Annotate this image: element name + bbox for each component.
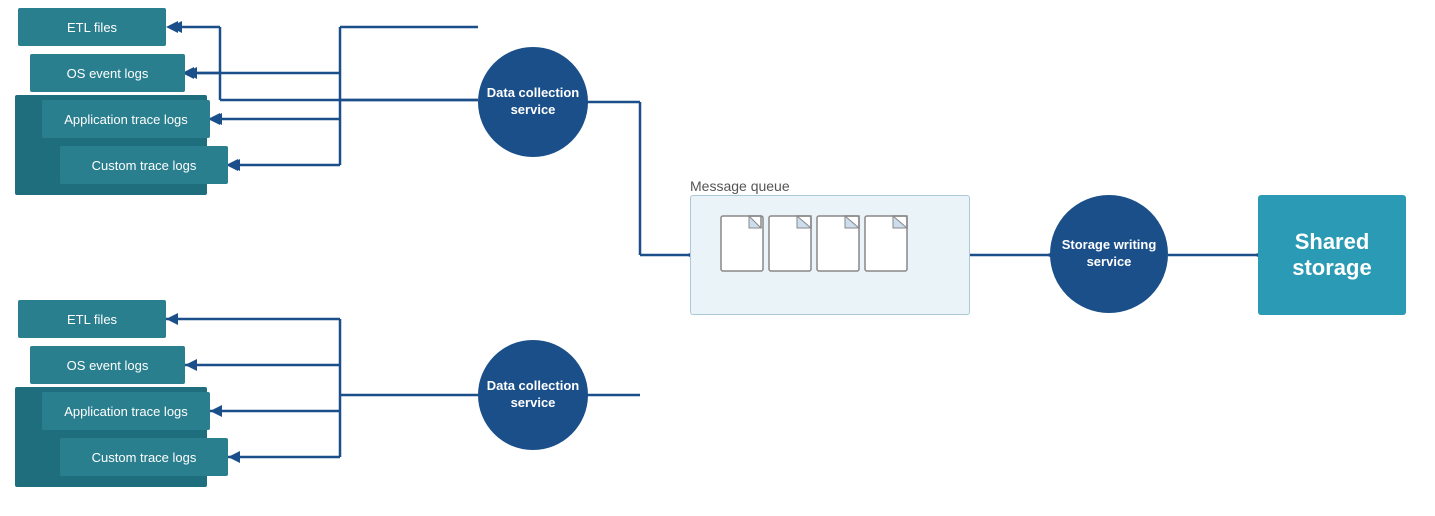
data-collection-service-bot: Data collection service bbox=[478, 340, 588, 450]
architecture-diagram: ETL files OS event logs Application trac… bbox=[0, 0, 1435, 516]
etl-files-top-box: ETL files bbox=[18, 8, 166, 46]
os-event-logs-top-box: OS event logs bbox=[30, 54, 185, 92]
custom-trace-logs-top-box: Custom trace logs bbox=[60, 146, 228, 184]
custom-trace-logs-bot-box: Custom trace logs bbox=[60, 438, 228, 476]
shared-storage-box: Shared storage bbox=[1258, 195, 1406, 315]
message-queue-box bbox=[690, 195, 970, 315]
storage-writing-service: Storage writing service bbox=[1050, 195, 1168, 313]
etl-files-bot-box: ETL files bbox=[18, 300, 166, 338]
message-queue-label: Message queue bbox=[690, 178, 790, 194]
document-icons bbox=[691, 196, 971, 316]
os-event-logs-bot-box: OS event logs bbox=[30, 346, 185, 384]
app-trace-logs-top-box: Application trace logs bbox=[42, 100, 210, 138]
data-collection-service-top: Data collection service bbox=[478, 47, 588, 157]
app-trace-logs-bot-box: Application trace logs bbox=[42, 392, 210, 430]
